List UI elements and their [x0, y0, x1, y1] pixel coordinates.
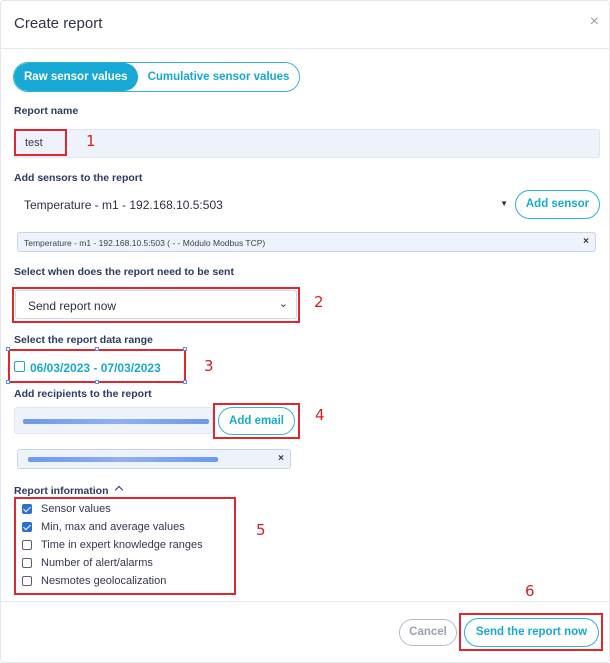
sensor-select-value: Temperature - m1 - 192.168.10.5:503 — [24, 198, 223, 212]
checkbox-checked-icon[interactable] — [22, 522, 32, 532]
option-label: Time in expert knowledge ranges — [41, 539, 203, 551]
annotation-number-4: 4 — [315, 406, 325, 424]
redacted-email — [23, 419, 209, 424]
resize-handle — [95, 347, 99, 351]
send-when-value: Send report now — [28, 299, 117, 313]
recipient-chip: × — [17, 449, 291, 469]
report-info-label: Report information — [14, 485, 109, 497]
chevron-up-icon[interactable] — [114, 485, 124, 495]
cancel-button[interactable]: Cancel — [399, 619, 457, 646]
dialog-header: Create report × — [1, 1, 609, 49]
annotation-number-5: 5 — [256, 521, 266, 539]
tab-raw-sensor-values[interactable]: Raw sensor values — [14, 63, 138, 91]
sensor-chip-label: Temperature - m1 - 192.168.10.5:503 ( - … — [24, 238, 266, 248]
resize-handle — [95, 380, 99, 384]
checkbox-checked-icon[interactable] — [22, 504, 32, 514]
recipients-label: Add recipients to the report — [14, 388, 152, 400]
resize-handle — [6, 347, 10, 351]
remove-sensor-icon[interactable]: × — [583, 236, 589, 247]
date-range-label: Select the report data range — [14, 334, 153, 346]
calendar-icon — [14, 361, 25, 372]
option-label: Sensor values — [41, 503, 111, 515]
resize-handle — [6, 380, 10, 384]
option-label: Number of alert/alarms — [41, 557, 153, 569]
annotation-number-2: 2 — [314, 293, 324, 311]
redacted-recipient — [28, 457, 218, 462]
send-when-label: Select when does the report need to be s… — [14, 266, 234, 278]
checkbox-unchecked-icon[interactable] — [22, 576, 32, 586]
tab-cumulative-sensor-values[interactable]: Cumulative sensor values — [137, 63, 300, 91]
date-range-picker[interactable]: 06/03/2023 - 07/03/2023 — [30, 361, 161, 375]
remove-recipient-icon[interactable]: × — [278, 453, 284, 464]
add-email-button[interactable]: Add email — [218, 407, 295, 435]
annotation-number-6: 6 — [525, 582, 535, 600]
send-report-button[interactable]: Send the report now — [464, 618, 599, 647]
dropdown-caret-icon: ▼ — [500, 199, 508, 208]
report-name-label: Report name — [14, 105, 79, 117]
checkbox-unchecked-icon[interactable] — [22, 558, 32, 568]
add-sensor-button[interactable]: Add sensor — [515, 190, 600, 219]
option-label: Nesmotes geolocalization — [41, 575, 167, 587]
option-label: Min, max and average values — [41, 521, 185, 533]
report-name-value: test — [25, 137, 43, 149]
value-type-toggle: Raw sensor values Cumulative sensor valu… — [13, 62, 301, 92]
recipient-email-input[interactable] — [14, 407, 213, 434]
dialog-title: Create report — [14, 15, 103, 32]
resize-handle — [183, 380, 187, 384]
report-name-input[interactable]: test — [14, 129, 600, 158]
chevron-down-icon: ⌄ — [278, 298, 288, 310]
checkbox-unchecked-icon[interactable] — [22, 540, 32, 550]
sensors-label: Add sensors to the report — [14, 172, 143, 184]
annotation-number-1: 1 — [86, 132, 96, 150]
sensor-chip: Temperature - m1 - 192.168.10.5:503 ( - … — [17, 232, 596, 252]
send-when-select[interactable]: Send report now ⌄ — [15, 290, 297, 319]
annotation-number-3: 3 — [204, 357, 214, 375]
close-icon[interactable]: × — [590, 13, 599, 31]
create-report-dialog: Create report × Raw sensor values Cumula… — [0, 0, 610, 663]
resize-handle — [183, 347, 187, 351]
sensor-select[interactable]: Temperature - m1 - 192.168.10.5:503 ▼ — [14, 192, 512, 219]
footer-divider — [1, 601, 609, 602]
